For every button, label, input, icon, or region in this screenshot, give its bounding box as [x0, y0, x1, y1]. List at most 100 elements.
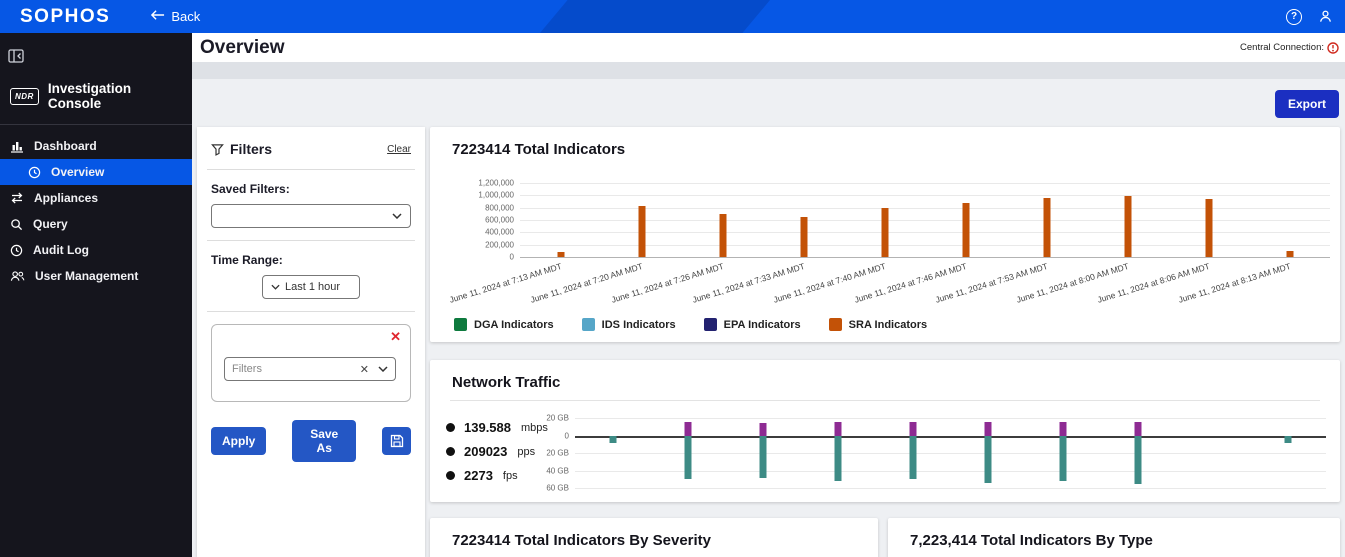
legend-item-epa[interactable]: EPA Indicators: [704, 318, 801, 331]
sidebar-item-dashboard[interactable]: Dashboard: [0, 133, 192, 159]
sidebar-item-query[interactable]: Query: [0, 211, 192, 237]
indicator-bar: [1286, 251, 1293, 257]
back-label: Back: [171, 9, 200, 24]
save-as-button[interactable]: Save As: [292, 420, 356, 462]
stat-unit: mbps: [521, 422, 548, 434]
indicator-bar: [1205, 199, 1212, 257]
clear-filters-link[interactable]: Clear: [387, 144, 411, 155]
sidebar-item-appliances[interactable]: Appliances: [0, 185, 192, 211]
total-indicators-card: 7223414 Total Indicators 1,200,0001,000,…: [430, 127, 1340, 342]
filter-combo-placeholder: Filters: [232, 363, 262, 375]
indicators-by-type-card: 7,223,414 Total Indicators By Type: [888, 518, 1340, 557]
gridline: [520, 195, 1330, 196]
page-header: Overview Central Connection:: [192, 33, 1345, 62]
bullet-icon: [446, 447, 455, 456]
users-icon: [10, 270, 25, 282]
stat-value: 2273: [464, 468, 493, 483]
dga-swatch-icon: [454, 318, 467, 331]
sidebar-item-label: User Management: [35, 269, 138, 283]
gridline: [575, 488, 1326, 489]
traffic-stat-fps: 2273 fps: [446, 468, 548, 483]
legend-label: SRA Indicators: [849, 319, 927, 331]
user-account-icon[interactable]: [1318, 9, 1333, 24]
product-title: Investigation Console: [48, 81, 182, 111]
legend-item-sra[interactable]: SRA Indicators: [829, 318, 927, 331]
funnel-icon: [211, 143, 224, 156]
traffic-plot: 20 GB020 GB40 GB60 GB: [575, 418, 1326, 488]
collapse-panel-icon[interactable]: [8, 49, 24, 68]
divider: [207, 169, 415, 170]
y-axis-tick: 600,000: [485, 216, 514, 225]
stat-unit: fps: [503, 470, 518, 482]
sidebar-item-label: Audit Log: [33, 243, 89, 257]
traffic-bar: [1060, 436, 1067, 482]
traffic-bar: [684, 436, 691, 480]
save-filter-button[interactable]: [382, 427, 411, 455]
save-disk-icon: [390, 434, 404, 448]
help-icon[interactable]: ?: [1286, 9, 1302, 25]
central-connection-status: Central Connection:: [1240, 42, 1339, 54]
chevron-down-icon: [271, 284, 280, 290]
export-button[interactable]: Export: [1275, 90, 1339, 118]
indicator-bar: [881, 208, 888, 257]
sidebar: NDR Investigation Console Dashboard Over…: [0, 33, 192, 557]
sidebar-nav: Dashboard Overview Appliances Query: [0, 133, 192, 289]
filters-header: Filters Clear: [211, 141, 411, 157]
dashboard-icon: [10, 139, 24, 153]
indicator-bar: [638, 206, 645, 257]
clear-combo-icon[interactable]: ✕: [360, 363, 369, 376]
y-axis-tick: 20 GB: [546, 449, 569, 458]
indicator-bar: [557, 252, 564, 257]
indicator-bar: [800, 217, 807, 257]
filter-combo[interactable]: Filters ✕: [224, 357, 396, 381]
filter-buttons: Apply Save As: [211, 420, 411, 462]
sidebar-item-user-management[interactable]: User Management: [0, 263, 192, 289]
back-button[interactable]: Back: [150, 9, 200, 24]
page-title: Overview: [200, 37, 285, 59]
sra-swatch-icon: [829, 318, 842, 331]
saved-filters-select[interactable]: [211, 204, 411, 228]
sidebar-item-audit-log[interactable]: Audit Log: [0, 237, 192, 263]
screen: SOPHOS Back ? NDR Investigation Console: [0, 0, 1345, 557]
traffic-bar: [1135, 422, 1142, 436]
indicator-bar: [1043, 198, 1050, 257]
traffic-bar: [1135, 436, 1142, 484]
traffic-bar: [909, 422, 916, 435]
network-traffic-card: Network Traffic 139.588 mbps 209023 pps …: [430, 360, 1340, 502]
y-axis-tick: 60 GB: [546, 484, 569, 493]
filters-panel: Filters Clear Saved Filters: Time Range:…: [197, 127, 425, 557]
bullet-icon: [446, 423, 455, 432]
swap-arrows-icon: [10, 192, 24, 204]
ndr-badge: NDR: [10, 88, 39, 105]
ids-swatch-icon: [582, 318, 595, 331]
remove-filter-group-icon[interactable]: ✕: [390, 330, 401, 343]
y-axis-tick: 1,000,000: [478, 191, 514, 200]
bullet-icon: [446, 471, 455, 480]
indicators-plot: 1,200,0001,000,000800,000600,000400,0002…: [520, 183, 1330, 257]
legend-item-dga[interactable]: DGA Indicators: [454, 318, 554, 331]
indicator-bar: [719, 214, 726, 257]
y-axis-tick: 400,000: [485, 228, 514, 237]
sidebar-item-label: Query: [33, 217, 68, 231]
stat-unit: pps: [517, 446, 535, 458]
sidebar-item-overview[interactable]: Overview: [0, 159, 192, 185]
y-axis-tick: 800,000: [485, 203, 514, 212]
saved-filters-label: Saved Filters:: [211, 182, 411, 196]
chevron-down-icon: [392, 213, 402, 219]
sidebar-item-label: Overview: [51, 165, 104, 179]
apply-button[interactable]: Apply: [211, 427, 266, 455]
y-axis-tick: 0: [565, 431, 569, 440]
traffic-bar: [759, 436, 766, 478]
traffic-bar: [1285, 436, 1292, 444]
traffic-bar: [1060, 422, 1067, 435]
topbar: SOPHOS Back ?: [0, 0, 1345, 33]
history-clock-icon: [10, 244, 23, 257]
time-range-select[interactable]: Last 1 hour: [262, 275, 360, 299]
y-axis-tick: 40 GB: [546, 466, 569, 475]
divider: [207, 311, 415, 312]
y-axis-tick: 1,200,000: [478, 179, 514, 188]
traffic-stat-mbps: 139.588 mbps: [446, 420, 548, 435]
indicator-bar: [1124, 196, 1131, 257]
legend-item-ids[interactable]: IDS Indicators: [582, 318, 676, 331]
stat-value: 209023: [464, 444, 507, 459]
